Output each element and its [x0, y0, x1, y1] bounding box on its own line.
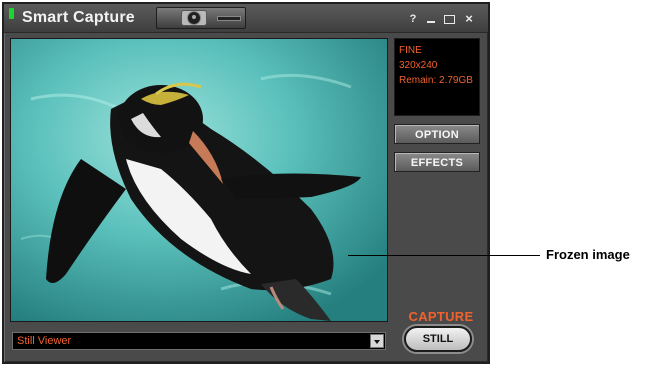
still-capture-button[interactable]: STILL	[404, 326, 472, 352]
title-bar[interactable]: Smart Capture ? ×	[4, 4, 488, 33]
smart-capture-window: Smart Capture ? × FINE 320x240 Remain: 2…	[2, 2, 490, 364]
minimize-button[interactable]	[424, 12, 438, 23]
capture-label: CAPTURE	[408, 309, 474, 324]
status-panel: FINE 320x240 Remain: 2.79GB	[394, 38, 480, 116]
dropdown-arrow-icon[interactable]	[370, 334, 384, 348]
maximize-button[interactable]	[442, 12, 456, 24]
effects-button[interactable]: EFFECTS	[394, 152, 480, 172]
viewer-select-value: Still Viewer	[17, 335, 72, 347]
maximize-icon	[443, 15, 455, 24]
status-led	[9, 8, 14, 19]
camera-slot-icon	[217, 16, 241, 21]
help-button[interactable]: ?	[406, 12, 420, 26]
penguin-photo	[11, 39, 387, 321]
callout-label: Frozen image	[546, 247, 630, 262]
window-title: Smart Capture	[22, 9, 135, 26]
remaining-space-readout: Remain: 2.79GB	[399, 75, 473, 86]
quality-readout: FINE	[399, 45, 422, 56]
close-button[interactable]: ×	[462, 12, 476, 26]
frozen-image-preview	[10, 38, 388, 322]
camera-mode-tab[interactable]	[156, 7, 246, 29]
minimize-icon	[427, 21, 435, 23]
resolution-readout: 320x240	[399, 60, 438, 71]
camera-icon	[181, 10, 207, 26]
callout-line	[348, 255, 540, 256]
option-button[interactable]: OPTION	[394, 124, 480, 144]
viewer-select[interactable]: Still Viewer	[12, 332, 386, 350]
